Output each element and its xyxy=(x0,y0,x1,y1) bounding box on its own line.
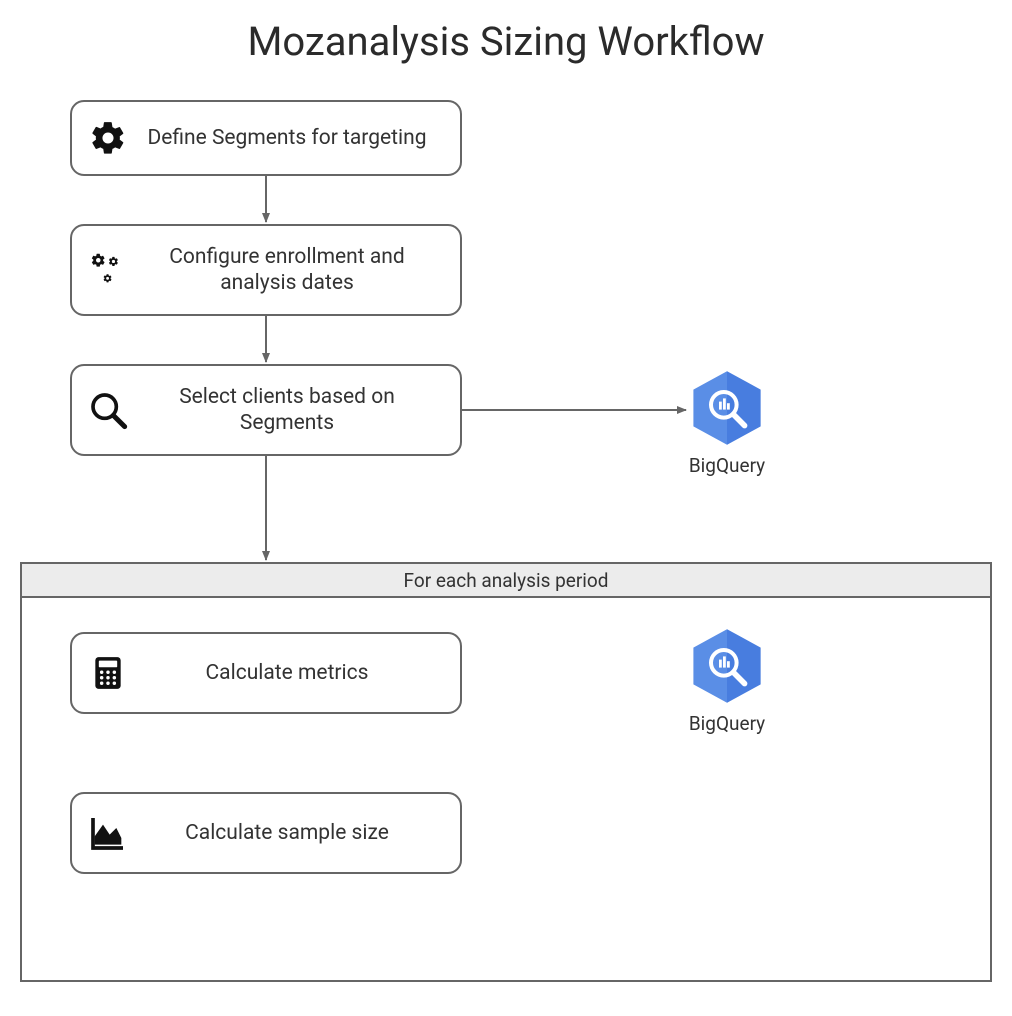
node-label: Calculate metrics xyxy=(138,660,446,686)
node-configure-enrollment: Configure enrollment and analysis dates xyxy=(70,224,462,316)
bigquery-icon xyxy=(687,626,767,706)
node-calc-metrics: Calculate metrics xyxy=(70,632,462,714)
bigquery-target-2: BigQuery xyxy=(672,626,782,735)
node-label: Define Segments for targeting xyxy=(138,125,446,151)
magnifier-icon xyxy=(86,388,130,432)
node-label: Calculate sample size xyxy=(138,820,446,846)
node-define-segments: Define Segments for targeting xyxy=(70,100,462,176)
gears-icon xyxy=(86,248,130,292)
bigquery-label: BigQuery xyxy=(672,712,782,735)
calculator-icon xyxy=(86,651,130,695)
container-header: For each analysis period xyxy=(22,564,990,598)
node-label: Configure enrollment and analysis dates xyxy=(138,244,446,297)
node-select-clients: Select clients based on Segments xyxy=(70,364,462,456)
gear-icon xyxy=(86,116,130,160)
bigquery-label: BigQuery xyxy=(672,454,782,477)
bigquery-icon xyxy=(687,368,767,448)
node-label: Select clients based on Segments xyxy=(138,384,446,437)
container-analysis-period: For each analysis period xyxy=(20,562,992,982)
bigquery-target-1: BigQuery xyxy=(672,368,782,477)
diagram-title: Mozanalysis Sizing Workflow xyxy=(0,18,1012,65)
area-chart-icon xyxy=(86,811,130,855)
node-calc-sample-size: Calculate sample size xyxy=(70,792,462,874)
